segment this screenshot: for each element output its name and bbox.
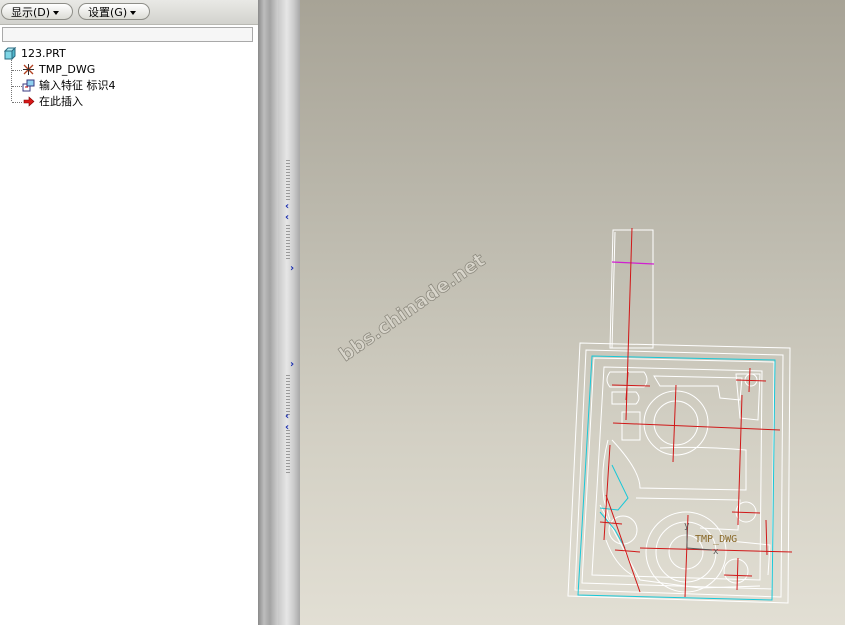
collapse-left-icon[interactable]: ‹ — [285, 412, 295, 422]
sash-grip[interactable] — [286, 160, 290, 200]
coordinate-system-marker: y x TMP_DWG — [684, 521, 737, 557]
model-view[interactable]: bbs.chinade.net y x TMP_DWG — [300, 0, 845, 625]
tree-item-label: 123.PRT — [21, 47, 66, 60]
sash-grip[interactable] — [286, 430, 290, 475]
tree-connector — [12, 102, 22, 103]
sash-grip[interactable] — [286, 375, 290, 415]
show-menu-button[interactable]: 显示(D) — [1, 3, 73, 20]
model-tree-panel: 显示(D) 设置(G) 123.PRT TMP_DWG 输入特征 标识4 在此插… — [0, 0, 258, 625]
tree-connector — [11, 60, 12, 101]
show-menu-label: 显示(D) — [11, 6, 51, 19]
coordinate-system-icon — [23, 64, 34, 75]
import-feature-icon — [22, 79, 35, 92]
sash-grip[interactable] — [286, 225, 290, 260]
collapse-left-icon[interactable]: ‹ — [285, 202, 295, 212]
part-outline — [567, 229, 791, 604]
csys-y-label: y — [684, 521, 690, 531]
model-tree-filter-input[interactable] — [2, 27, 253, 42]
graphics-window[interactable]: bbs.chinade.net y x TMP_DWG — [300, 0, 845, 625]
cyan-outline — [599, 464, 629, 511]
collapse-left-icon[interactable]: ‹ — [285, 213, 295, 223]
settings-menu-button[interactable]: 设置(G) — [78, 3, 150, 20]
expand-right-icon[interactable]: › — [290, 360, 300, 370]
tree-item-label: 在此插入 — [39, 95, 83, 108]
collapse-left-icon[interactable]: ‹ — [285, 423, 295, 433]
csys-x-label: x — [713, 547, 719, 557]
chevron-down-icon — [130, 11, 137, 15]
chevron-down-icon — [53, 11, 60, 15]
tree-item-label: TMP_DWG — [39, 63, 96, 76]
model-tree-toolbar: 显示(D) 设置(G) — [0, 0, 258, 25]
settings-menu-label: 设置(G) — [88, 6, 128, 19]
watermark-text: bbs.chinade.net — [335, 249, 489, 366]
tree-item-label: 输入特征 标识4 — [39, 79, 116, 92]
panel-sash[interactable] — [278, 0, 300, 625]
cyan-outline — [599, 511, 626, 549]
panel-border — [258, 0, 278, 625]
part-icon — [4, 47, 17, 60]
magenta-edge — [611, 261, 655, 265]
expand-right-icon[interactable]: › — [290, 264, 300, 274]
insert-here-arrow-icon — [23, 96, 35, 107]
tree-connector — [12, 70, 22, 71]
csys-label: TMP_DWG — [695, 534, 737, 545]
tree-connector — [12, 86, 22, 87]
